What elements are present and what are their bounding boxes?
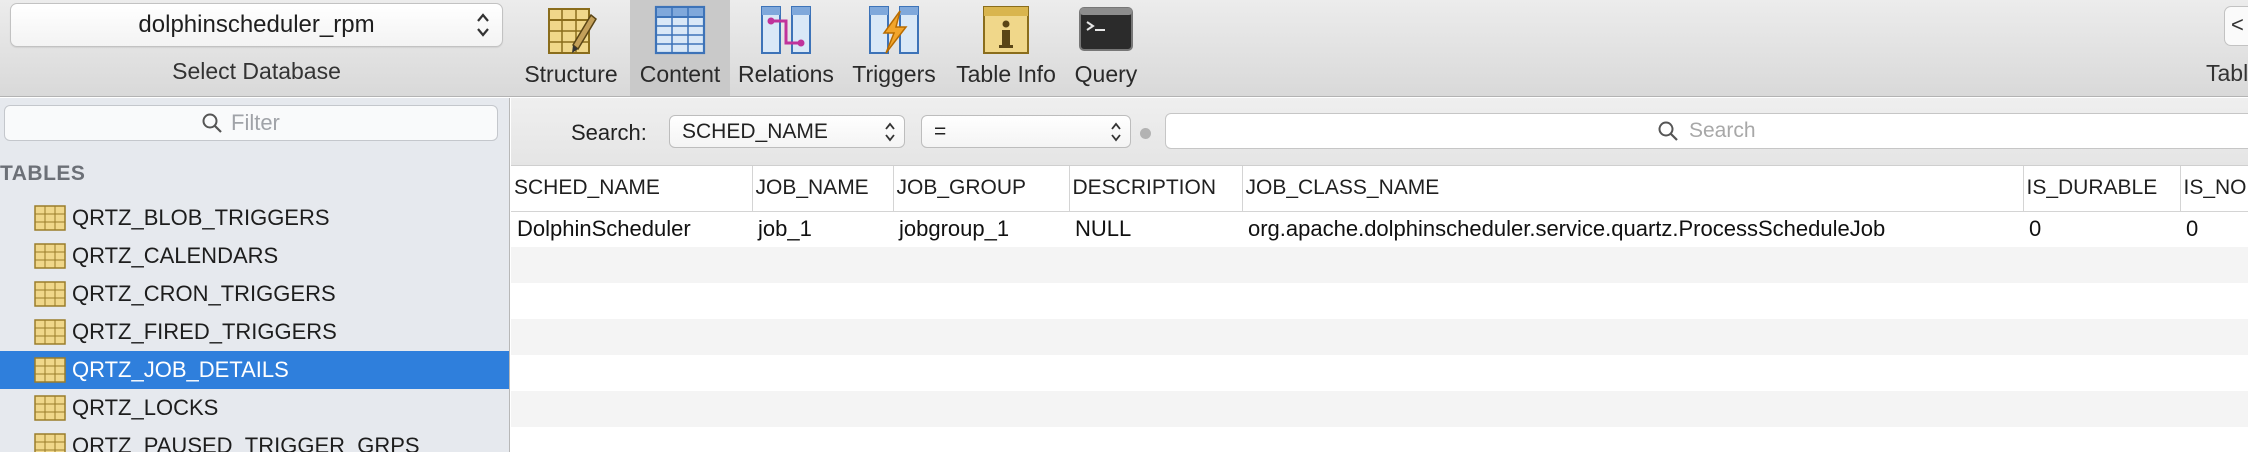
relations-label: Relations	[738, 61, 834, 87]
sidebar-item-qrtz-blob-triggers[interactable]: QRTZ_BLOB_TRIGGERS	[0, 199, 509, 237]
relations-icon	[761, 6, 811, 54]
field-select-value: SCHED_NAME	[682, 120, 828, 143]
structure-icon	[548, 8, 597, 54]
table-cell[interactable]: DolphinScheduler	[511, 211, 752, 247]
toolbar: dolphinscheduler_rpm Select Database Str…	[0, 0, 2248, 97]
table-list: QRTZ_BLOB_TRIGGERS QRTZ_CALENDARS QRTZ_C…	[0, 199, 509, 452]
sidebar-item-qrtz-calendars[interactable]: QRTZ_CALENDARS	[0, 237, 509, 275]
column-header[interactable]: DESCRIPTION	[1069, 166, 1243, 212]
table-row[interactable]: DolphinScheduler job_1 jobgroup_1 NULL o…	[511, 211, 2248, 247]
column-header[interactable]: JOB_GROUP	[893, 166, 1070, 212]
back-button[interactable]: <	[2224, 6, 2248, 46]
table-row-empty	[511, 283, 2248, 319]
table-icon	[34, 357, 66, 383]
sidebar: TABLES QRTZ_BLOB_TRIGGERS QRTZ_CALENDARS…	[0, 98, 510, 452]
sidebar-item-label: QRTZ_BLOB_TRIGGERS	[72, 205, 330, 230]
query-label: Query	[1074, 61, 1138, 87]
table-row-empty	[511, 319, 2248, 355]
table-icon	[34, 395, 66, 421]
table-cell[interactable]: 0	[2180, 211, 2248, 247]
table-cell[interactable]: org.apache.dolphinscheduler.service.quar…	[1242, 211, 2023, 247]
table-icon	[34, 319, 66, 345]
query-button[interactable]: Query	[1070, 0, 1142, 96]
sidebar-item-label: QRTZ_PAUSED_TRIGGER_GRPS	[72, 433, 420, 452]
sidebar-item-qrtz-locks[interactable]: QRTZ_LOCKS	[0, 389, 509, 427]
sidebar-item-label: QRTZ_CRON_TRIGGERS	[72, 281, 336, 306]
table-row-empty	[511, 247, 2248, 283]
operator-select-value: =	[934, 120, 947, 143]
tables-section-header: TABLES	[0, 162, 86, 185]
filter-bar: Search: SCHED_NAME =	[511, 98, 2248, 166]
column-header[interactable]: IS_DURABLE	[2023, 166, 2181, 212]
select-database-label: Select Database	[172, 58, 341, 84]
table-history-label: Tabl	[2206, 60, 2248, 86]
table-cell[interactable]: NULL	[1069, 211, 1242, 247]
column-header[interactable]: JOB_CLASS_NAME	[1242, 166, 2024, 212]
sidebar-filter[interactable]	[4, 105, 498, 141]
content-icon	[654, 5, 706, 55]
search-icon	[202, 113, 222, 133]
sidebar-item-qrtz-paused-trigger-grps[interactable]: QRTZ_PAUSED_TRIGGER_GRPS	[0, 427, 509, 452]
table-info-button[interactable]: Table Info	[950, 0, 1062, 96]
table-info-label: Table Info	[956, 61, 1056, 87]
table-info-icon	[983, 6, 1029, 54]
content-button[interactable]: Content	[630, 0, 730, 96]
search-icon	[1658, 121, 1678, 141]
sidebar-item-label: QRTZ_JOB_DETAILS	[72, 357, 289, 382]
relations-button[interactable]: Relations	[738, 0, 834, 96]
structure-label: Structure	[524, 61, 618, 87]
table-row-empty	[511, 355, 2248, 391]
table-row-empty	[511, 427, 2248, 452]
sidebar-item-qrtz-job-details[interactable]: QRTZ_JOB_DETAILS	[0, 351, 509, 389]
column-header[interactable]: IS_NONCONCURRENT	[2180, 166, 2248, 212]
sidebar-item-label: QRTZ_FIRED_TRIGGERS	[72, 319, 337, 344]
sidebar-item-label: QRTZ_CALENDARS	[72, 243, 279, 268]
content-pane: Search: SCHED_NAME = SCHED_NAME JOB_NAME	[511, 98, 2248, 452]
database-select[interactable]: dolphinscheduler_rpm	[10, 3, 503, 47]
table-header-row: SCHED_NAME JOB_NAME JOB_GROUP DESCRIPTIO…	[511, 166, 2248, 212]
table-icon	[34, 205, 66, 231]
triggers-icon	[869, 6, 919, 54]
query-icon	[1079, 7, 1133, 51]
sidebar-item-label: QRTZ_LOCKS	[72, 395, 219, 420]
table-row-empty	[511, 391, 2248, 427]
table-cell[interactable]: job_1	[752, 211, 893, 247]
table-cell[interactable]: 0	[2023, 211, 2180, 247]
search-label: Search:	[571, 120, 647, 145]
field-select[interactable]: SCHED_NAME	[669, 115, 905, 148]
sidebar-item-qrtz-cron-triggers[interactable]: QRTZ_CRON_TRIGGERS	[0, 275, 509, 313]
sidebar-item-qrtz-fired-triggers[interactable]: QRTZ_FIRED_TRIGGERS	[0, 313, 509, 351]
database-select-value: dolphinscheduler_rpm	[138, 11, 375, 38]
chevron-updown-icon	[477, 13, 489, 37]
filter-status-dot	[1140, 128, 1151, 139]
operator-select[interactable]: =	[921, 115, 1131, 148]
chevron-updown-icon	[885, 122, 895, 142]
column-header[interactable]: JOB_NAME	[752, 166, 894, 212]
table-cell[interactable]: jobgroup_1	[893, 211, 1069, 247]
table-icon	[34, 243, 66, 269]
filter-input[interactable]	[231, 110, 301, 136]
content-label: Content	[639, 61, 721, 87]
chevron-updown-icon	[1111, 122, 1121, 142]
results-table: SCHED_NAME JOB_NAME JOB_GROUP DESCRIPTIO…	[511, 166, 2248, 452]
triggers-label: Triggers	[852, 61, 936, 87]
triggers-button[interactable]: Triggers	[844, 0, 944, 96]
table-icon	[34, 281, 66, 307]
table-icon	[34, 433, 66, 452]
structure-button[interactable]: Structure	[520, 0, 622, 96]
search-input[interactable]	[1689, 119, 1773, 143]
column-header[interactable]: SCHED_NAME	[511, 166, 753, 212]
search-field[interactable]	[1165, 113, 2248, 149]
